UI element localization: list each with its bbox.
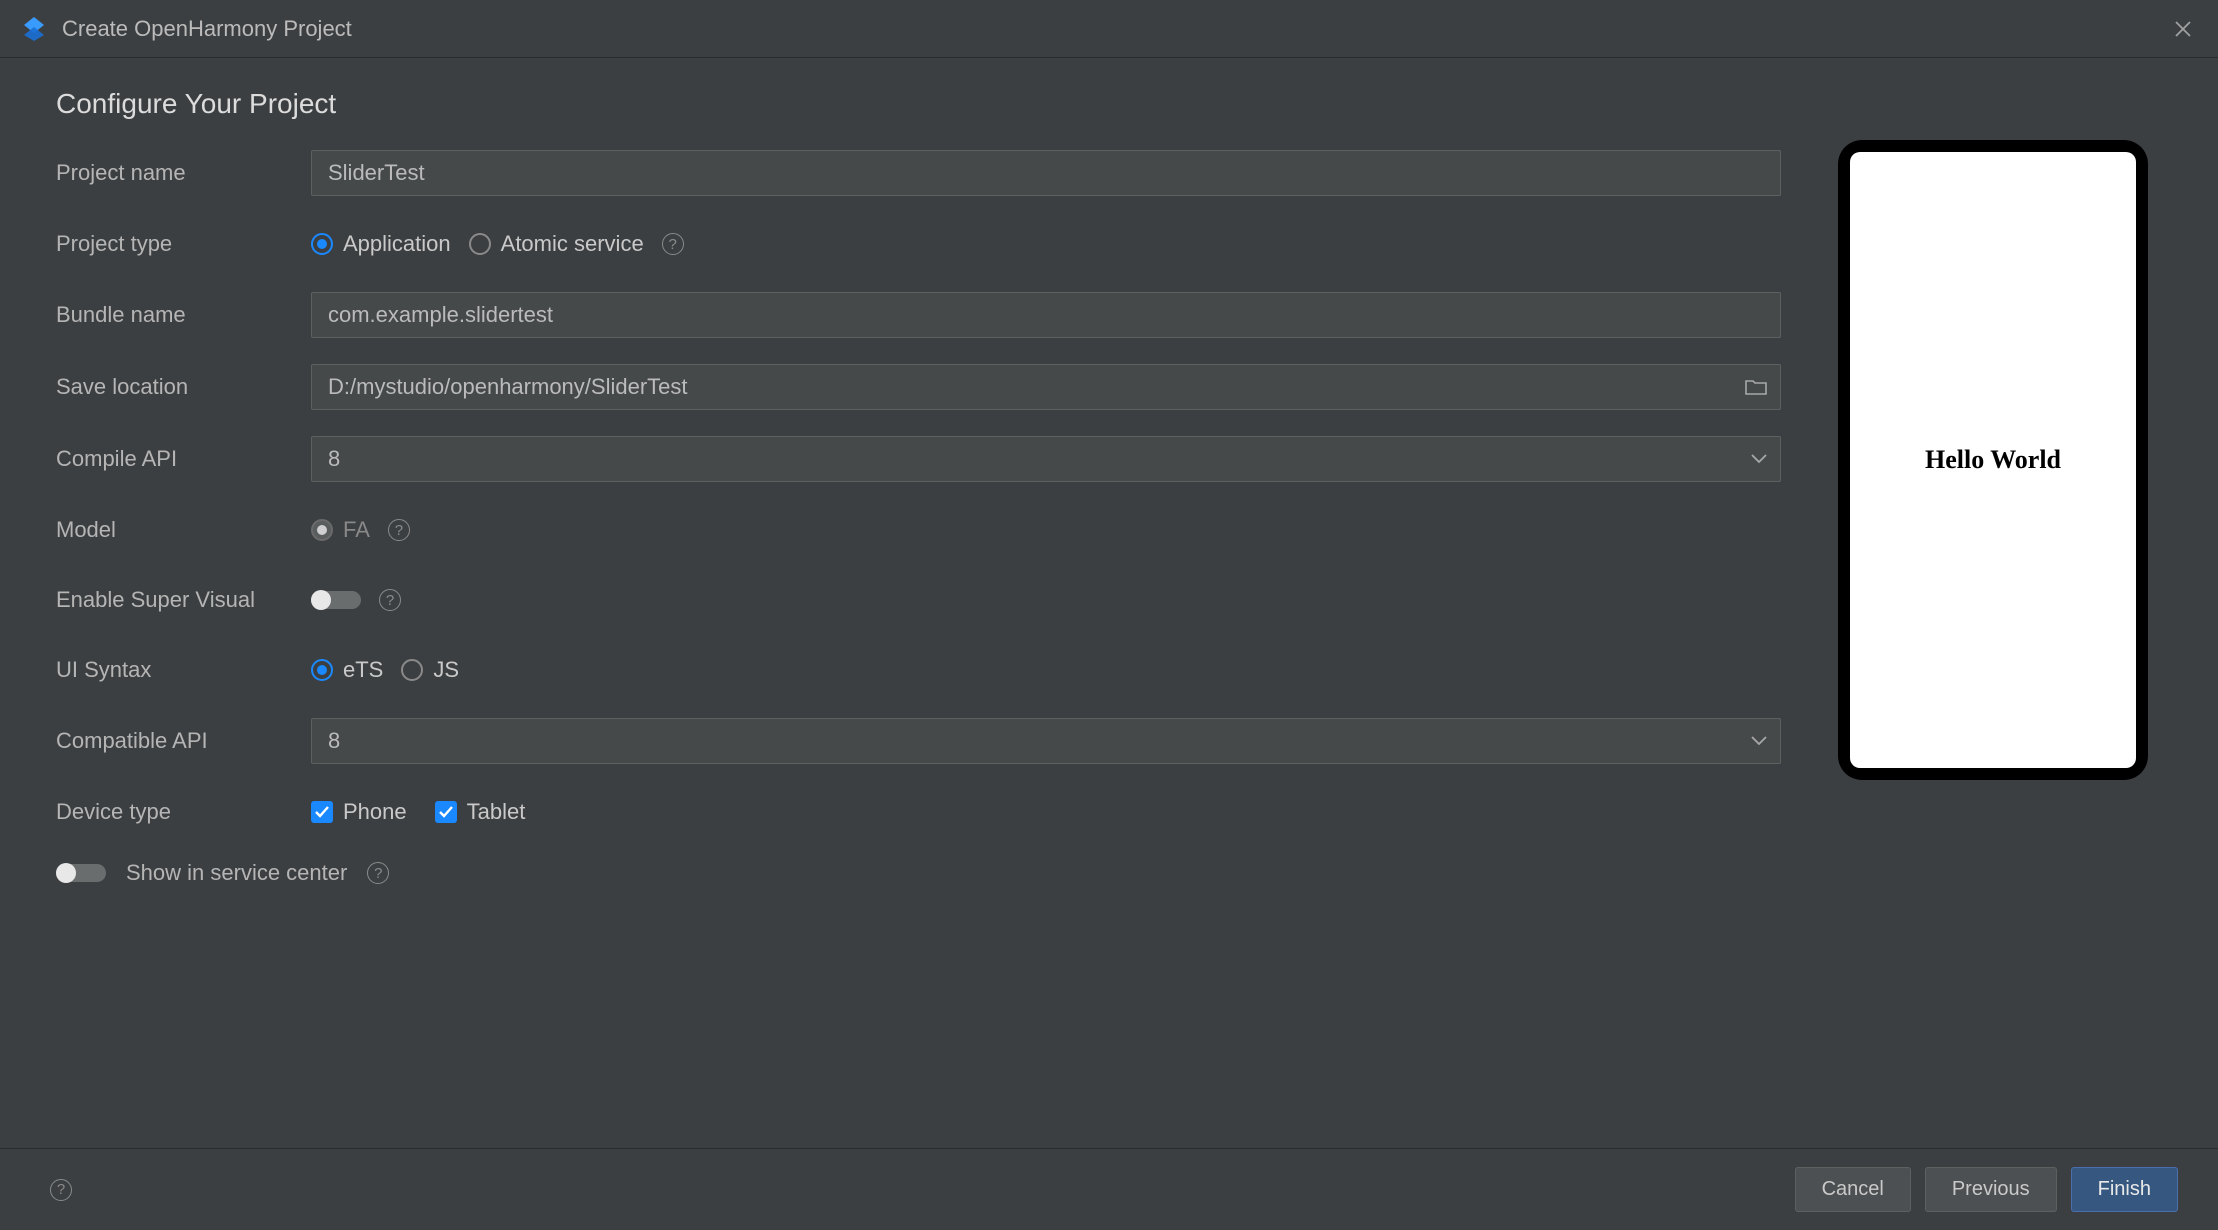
compatible-api-value: 8 [328,728,340,753]
row-enable-super-visual: Enable Super Visual ? [56,578,1788,622]
row-save-location: Save location [56,364,1788,410]
folder-icon[interactable] [1745,378,1767,396]
row-ui-syntax: UI Syntax eTS JS [56,648,1788,692]
radio-atomic-service[interactable]: Atomic service [469,231,644,257]
enable-super-visual-toggle[interactable] [311,591,361,609]
label-project-type: Project type [56,231,311,257]
checkbox-phone[interactable]: Phone [311,799,407,825]
compile-api-value: 8 [328,446,340,471]
row-model: Model FA ? [56,508,1788,552]
label-model: Model [56,517,311,543]
page-title: Configure Your Project [56,88,1788,120]
window-title: Create OpenHarmony Project [62,16,2168,42]
help-icon[interactable]: ? [50,1179,72,1201]
check-icon [435,801,457,823]
label-ui-syntax: UI Syntax [56,657,311,683]
finish-button[interactable]: Finish [2071,1167,2178,1212]
titlebar: Create OpenHarmony Project [0,0,2218,58]
device-screen: Hello World [1850,152,2136,768]
check-icon [311,801,333,823]
radio-label-ets: eTS [343,657,383,683]
close-icon[interactable] [2168,14,2198,44]
checkbox-tablet[interactable]: Tablet [435,799,526,825]
label-enable-super-visual: Enable Super Visual [56,587,311,613]
checkbox-label-phone: Phone [343,799,407,825]
help-icon[interactable]: ? [367,862,389,884]
bundle-name-input[interactable] [311,292,1781,338]
label-project-name: Project name [56,160,311,186]
label-bundle-name: Bundle name [56,302,311,328]
row-compatible-api: Compatible API 8 [56,718,1788,764]
help-icon[interactable]: ? [662,233,684,255]
cancel-button[interactable]: Cancel [1795,1167,1911,1212]
help-icon[interactable]: ? [379,589,401,611]
label-device-type: Device type [56,799,311,825]
label-compatible-api: Compatible API [56,728,311,754]
row-project-type: Project type Application Atomic service … [56,222,1788,266]
label-save-location: Save location [56,374,311,400]
form-area: Configure Your Project Project name Proj… [56,88,1788,1148]
checkbox-label-tablet: Tablet [467,799,526,825]
preview-area: Hello World [1838,88,2168,1148]
radio-label-application: Application [343,231,451,257]
row-compile-api: Compile API 8 [56,436,1788,482]
app-icon [20,15,48,43]
radio-label-js: JS [433,657,459,683]
preview-text: Hello World [1925,445,2061,475]
save-location-input[interactable] [311,364,1781,410]
radio-ets[interactable]: eTS [311,657,383,683]
row-show-in-service-center: Show in service center ? [56,860,1788,886]
row-project-name: Project name [56,150,1788,196]
radio-label-atomic-service: Atomic service [501,231,644,257]
radio-label-fa: FA [343,517,370,543]
footer: ? Cancel Previous Finish [0,1148,2218,1230]
device-frame: Hello World [1838,140,2148,780]
previous-button[interactable]: Previous [1925,1167,2057,1212]
project-name-input[interactable] [311,150,1781,196]
compile-api-select[interactable]: 8 [311,436,1781,482]
show-in-service-center-toggle[interactable] [56,864,106,882]
help-icon[interactable]: ? [388,519,410,541]
label-compile-api: Compile API [56,446,311,472]
radio-application[interactable]: Application [311,231,451,257]
radio-js[interactable]: JS [401,657,459,683]
row-bundle-name: Bundle name [56,292,1788,338]
compatible-api-select[interactable]: 8 [311,718,1781,764]
radio-fa: FA [311,517,370,543]
label-show-in-service-center: Show in service center [126,860,347,886]
row-device-type: Device type Phone Tablet [56,790,1788,834]
